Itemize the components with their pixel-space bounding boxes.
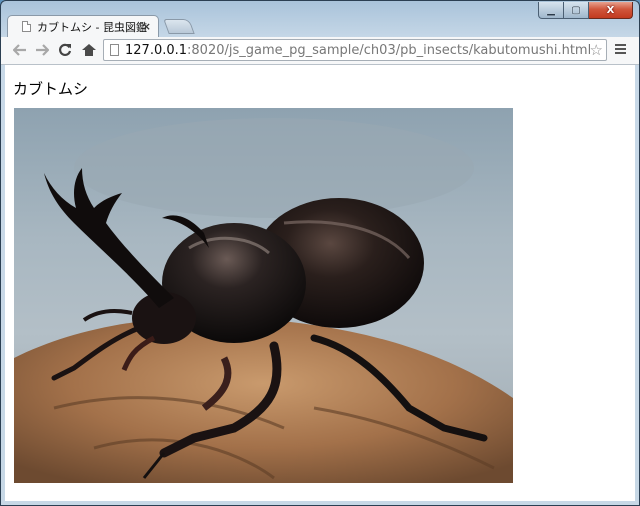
page-content: カブトムシ	[5, 65, 635, 501]
url-path: :8020/js_game_pg_sample/ch03/pb_insects/…	[187, 42, 592, 58]
home-icon	[82, 43, 96, 56]
toolbar: 127.0.0.1:8020/js_game_pg_sample/ch03/pb…	[1, 37, 639, 65]
page-icon	[22, 21, 31, 32]
reload-button[interactable]	[56, 41, 74, 59]
tab-active[interactable]: カブトムシ - 昆虫図鑑 ×	[7, 15, 159, 37]
browser-window: ▁ ▢ X カブトムシ - 昆虫図鑑 × 127.0.0.1:8020/js_g…	[0, 0, 640, 506]
back-arrow-icon	[13, 44, 26, 56]
menu-icon[interactable]	[615, 44, 626, 55]
tab-title: カブトムシ - 昆虫図鑑	[37, 20, 147, 34]
close-icon: X	[606, 4, 615, 16]
page-icon	[110, 44, 119, 56]
back-button[interactable]	[11, 41, 29, 59]
tab-close-icon[interactable]: ×	[142, 20, 151, 33]
forward-arrow-icon	[36, 44, 49, 56]
beetle-photo	[14, 108, 513, 483]
page-title: カブトムシ	[13, 80, 89, 98]
url-host: 127.0.0.1	[125, 42, 188, 58]
close-window-button[interactable]: X	[589, 2, 633, 19]
forward-button[interactable]	[33, 41, 51, 59]
minimize-button[interactable]: ▁	[538, 2, 564, 19]
minimize-icon: ▁	[547, 4, 555, 16]
maximize-icon: ▢	[571, 4, 581, 16]
home-button[interactable]	[80, 41, 98, 59]
address-bar[interactable]: 127.0.0.1:8020/js_game_pg_sample/ch03/pb…	[103, 39, 607, 61]
maximize-button[interactable]: ▢	[564, 2, 589, 19]
bookmark-star-icon[interactable]: ☆	[590, 41, 603, 59]
url-text[interactable]: 127.0.0.1:8020/js_game_pg_sample/ch03/pb…	[125, 43, 591, 58]
reload-icon	[59, 43, 72, 56]
new-tab-button[interactable]	[163, 19, 195, 34]
window-controls: ▁ ▢ X	[538, 2, 633, 19]
beetle-image-drawing	[14, 118, 513, 483]
